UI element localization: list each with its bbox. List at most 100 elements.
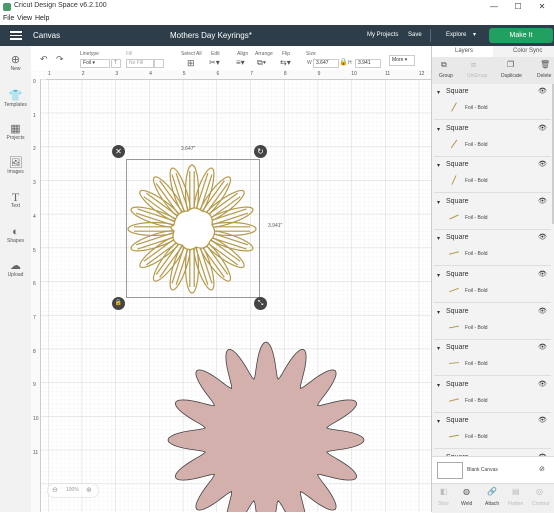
- flip-icon[interactable]: ⇆▾: [280, 58, 291, 67]
- visibility-eye-icon[interactable]: 👁: [538, 197, 547, 205]
- ungroup-button[interactable]: UnGroup: [467, 73, 487, 79]
- delete-icon[interactable]: 🗑: [540, 60, 550, 69]
- delete-button[interactable]: Delete: [537, 73, 551, 79]
- ruler-tick-label: 9: [33, 382, 36, 389]
- layer-expand-chevron-icon[interactable]: ▾: [437, 89, 440, 96]
- visibility-eye-icon[interactable]: 👁: [538, 270, 547, 278]
- visibility-eye-icon[interactable]: 👁: [538, 233, 547, 241]
- foil-type-button[interactable]: T: [111, 59, 121, 68]
- layer-expand-chevron-icon[interactable]: ▾: [437, 199, 440, 206]
- layer-item[interactable]: ▾ Square 👁 Foil - Bold: [432, 157, 552, 194]
- rotate-handle-icon[interactable]: ↻: [254, 145, 267, 158]
- layer-expand-chevron-icon[interactable]: ▾: [437, 162, 440, 169]
- group-icon[interactable]: ⧉: [441, 60, 447, 70]
- layer-expand-chevron-icon[interactable]: ▾: [437, 382, 440, 389]
- zoom-value: 100%: [66, 487, 79, 493]
- menu-file[interactable]: File: [3, 15, 14, 22]
- make-it-button[interactable]: Make It: [489, 28, 553, 43]
- align-icon[interactable]: ≡▾: [236, 58, 245, 67]
- layer-expand-chevron-icon[interactable]: ▾: [437, 345, 440, 352]
- select-all-icon[interactable]: ⊞: [187, 58, 195, 69]
- layer-item[interactable]: ▾ Square 👁 Foil - Bold: [432, 267, 552, 303]
- ungroup-icon: ⧈: [471, 60, 477, 69]
- height-input[interactable]: 3.941: [355, 59, 381, 68]
- sidebar-images[interactable]: 🖼 Images: [0, 157, 31, 175]
- sidebar-new[interactable]: ⊕ New: [0, 54, 31, 72]
- layer-item[interactable]: ▾ Square 👁 Foil - Bold: [432, 377, 552, 413]
- resize-handle-icon[interactable]: ⤡: [254, 297, 267, 310]
- more-button[interactable]: More ▾: [389, 55, 415, 66]
- visibility-eye-icon[interactable]: 👁: [538, 160, 547, 168]
- tab-layers[interactable]: Layers: [455, 48, 473, 54]
- zoom-out-icon[interactable]: ⊖: [52, 486, 58, 494]
- layer-item[interactable]: ▾ Square 👁 Foil - Bold: [432, 230, 552, 267]
- menu-help[interactable]: Help: [35, 15, 49, 22]
- sidebar-text[interactable]: T Text: [0, 191, 31, 209]
- hidden-eye-icon[interactable]: ⊘: [539, 465, 545, 473]
- fill-color-swatch[interactable]: [154, 59, 164, 68]
- sidebar-projects[interactable]: ▦ Projects: [0, 123, 31, 141]
- lock-handle-icon[interactable]: 🔒: [112, 297, 125, 310]
- linetype-select[interactable]: Foil ▾: [80, 59, 110, 68]
- sidebar-upload[interactable]: ☁ Upload: [0, 260, 31, 278]
- layer-item[interactable]: ▾ Square 👁 Foil - Bold: [432, 84, 552, 120]
- flatten-button[interactable]: Flatten: [508, 501, 523, 507]
- pink-flower-shape[interactable]: [161, 300, 401, 512]
- weld-button[interactable]: Weld: [461, 501, 472, 507]
- layer-expand-chevron-icon[interactable]: ▾: [437, 272, 440, 279]
- layer-item[interactable]: ▾ Square 👁 Foil - Bold: [432, 121, 552, 157]
- attach-button[interactable]: Attach: [485, 501, 499, 507]
- width-input[interactable]: 3.647: [313, 59, 339, 68]
- foil-daisy-shape[interactable]: [126, 159, 258, 296]
- minimize-button[interactable]: —: [482, 0, 506, 13]
- save-button[interactable]: Save: [408, 32, 422, 38]
- visibility-eye-icon[interactable]: 👁: [538, 124, 547, 132]
- layer-expand-chevron-icon[interactable]: ▾: [437, 418, 440, 425]
- project-title[interactable]: Mothers Day Keyrings*: [170, 31, 252, 40]
- layer-item[interactable]: ▾ Square 👁 Foil - Bold: [432, 413, 552, 450]
- duplicate-icon[interactable]: ❐: [507, 60, 514, 69]
- sidebar-shapes[interactable]: ◐ Shapes: [0, 226, 31, 244]
- shirt-icon: 👕: [8, 90, 23, 102]
- visibility-eye-icon[interactable]: 👁: [538, 416, 547, 424]
- visibility-eye-icon[interactable]: 👁: [538, 343, 547, 351]
- fill-select[interactable]: No Fill: [126, 59, 154, 68]
- zoom-in-icon[interactable]: ⊕: [86, 486, 92, 494]
- layer-item[interactable]: ▾ Square 👁 Foil - Bold: [432, 194, 552, 230]
- blank-canvas-row[interactable]: Blank Canvas ⊘: [432, 456, 554, 483]
- layer-expand-chevron-icon[interactable]: ▾: [437, 309, 440, 316]
- close-window-button[interactable]: ✕: [530, 0, 554, 13]
- my-projects-button[interactable]: My Projects: [367, 32, 398, 38]
- visibility-eye-icon[interactable]: 👁: [538, 307, 547, 315]
- maximize-button[interactable]: ☐: [506, 0, 530, 13]
- slice-button[interactable]: Slice: [438, 501, 449, 507]
- app-icon: [3, 3, 11, 11]
- grid-icon: ▦: [10, 123, 21, 135]
- layer-list: ▾ Square 👁 Foil - Bold ▾ Square 👁 Foil -…: [432, 84, 554, 456]
- lock-ratio-icon[interactable]: 🔒: [339, 58, 348, 66]
- layer-item[interactable]: ▾ Square 👁 Foil - Bold: [432, 340, 552, 377]
- visibility-eye-icon[interactable]: 👁: [538, 380, 547, 388]
- ruler-tick-label: 10: [33, 416, 39, 422]
- explore-button[interactable]: Explore: [446, 32, 466, 38]
- menu-view[interactable]: View: [17, 15, 32, 22]
- redo-icon[interactable]: ↷: [56, 54, 64, 65]
- undo-icon[interactable]: ↶: [40, 54, 48, 65]
- tab-color-sync[interactable]: Color Sync: [513, 48, 542, 54]
- layer-expand-chevron-icon[interactable]: ▾: [437, 126, 440, 133]
- arrange-icon[interactable]: ⧉▾: [257, 58, 266, 68]
- group-button[interactable]: Group: [439, 73, 453, 79]
- design-canvas[interactable]: 3.647" 3.941" ✕ ↻ 🔒 ⤡ ⊖ 100% ⊕: [31, 70, 431, 512]
- delete-handle-icon[interactable]: ✕: [112, 145, 125, 158]
- layer-expand-chevron-icon[interactable]: ▾: [437, 235, 440, 242]
- contour-button[interactable]: Contour: [532, 501, 550, 507]
- edit-icon[interactable]: ✂▾: [209, 58, 220, 67]
- layer-name: Square: [446, 417, 469, 425]
- hamburger-menu-icon[interactable]: [10, 31, 22, 40]
- layer-item[interactable]: ▾ Square 👁 Foil - Bold: [432, 304, 552, 340]
- layer-name: Square: [446, 344, 469, 352]
- sidebar-templates[interactable]: 👕 Templates: [0, 90, 31, 108]
- visibility-eye-icon[interactable]: 👁: [538, 87, 547, 95]
- duplicate-button[interactable]: Duplicate: [501, 73, 522, 79]
- shapes-icon: ◐: [12, 226, 19, 238]
